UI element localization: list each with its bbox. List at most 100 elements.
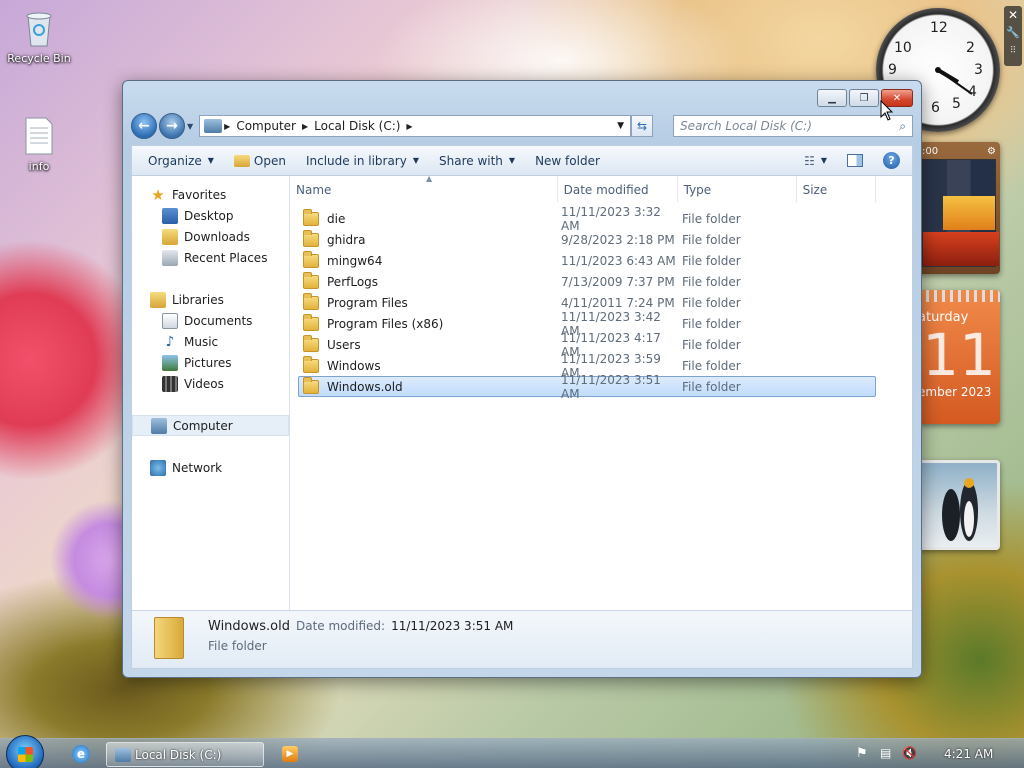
nav-videos[interactable]: Videos: [132, 373, 289, 394]
calendar-gadget[interactable]: aturday 11 ember 2023: [918, 290, 1000, 424]
table-row[interactable]: ghidra 9/28/2023 2:18 PM File folder: [298, 229, 876, 250]
forward-button[interactable]: →: [159, 113, 185, 139]
maximize-icon: ❐: [859, 92, 869, 104]
file-type: File folder: [682, 295, 741, 310]
search-input[interactable]: Search Local Disk (C:) ⌕: [673, 115, 914, 137]
preview-pane-icon: [847, 154, 863, 167]
folder-icon: [303, 376, 319, 394]
column-header-date-modified[interactable]: Date modified: [558, 176, 678, 202]
recent-places-icon: [162, 249, 178, 266]
chevron-down-icon: ▼: [508, 156, 516, 165]
open-button[interactable]: Open: [224, 154, 296, 168]
play-icon: ▶: [286, 749, 294, 759]
refresh-button[interactable]: ⇆: [631, 115, 654, 137]
include-in-library-button[interactable]: Include in library ▼: [296, 154, 429, 168]
table-row[interactable]: die 11/11/2023 3:32 AM File folder: [298, 205, 876, 233]
details-date-label: Date modified:: [295, 619, 386, 633]
open-folder-icon: [233, 154, 250, 167]
change-view-button[interactable]: ☷ ▼: [794, 154, 837, 168]
nav-recent-places-label: Recent Places: [184, 250, 268, 265]
breadcrumb-separator-icon[interactable]: ▶: [222, 122, 232, 131]
table-row[interactable]: mingw64 11/1/2023 6:43 AM File folder: [298, 250, 876, 271]
file-rows: die 11/11/2023 3:32 AM File folder ghidr…: [298, 205, 876, 401]
folder-icon: [303, 334, 319, 352]
recycle-bin-desktop-icon[interactable]: Recycle Bin: [4, 8, 74, 65]
details-pane: Windows.old Date modified: 11/11/2023 3:…: [132, 610, 912, 668]
slideshow-gadget[interactable]: [918, 460, 1000, 550]
folder-icon: [303, 208, 319, 226]
close-icon[interactable]: ✕: [1004, 6, 1022, 24]
file-type: File folder: [682, 358, 741, 373]
picture-puzzle-gadget[interactable]: :00 ⚙: [918, 142, 1000, 274]
column-header-size[interactable]: Size: [797, 176, 876, 202]
breadcrumb-local-disk[interactable]: Local Disk (C:): [310, 119, 404, 133]
clock-time[interactable]: 4:21 AM: [944, 747, 993, 761]
action-center-flag-icon[interactable]: ⚑: [856, 746, 868, 761]
text-file-icon: [25, 117, 53, 155]
nav-desktop[interactable]: Desktop: [132, 205, 289, 226]
grip-icon[interactable]: ⠿: [1004, 42, 1022, 60]
pictures-icon: [162, 354, 178, 371]
nav-music[interactable]: ♪ Music: [132, 331, 289, 352]
column-header-type[interactable]: Type: [678, 176, 797, 202]
taskbar-button-local-disk[interactable]: Local Disk (C:): [106, 742, 264, 767]
help-button[interactable]: ?: [873, 152, 912, 169]
nav-favorites[interactable]: ★ Favorites: [132, 184, 289, 205]
internet-explorer-quicklaunch[interactable]: e: [72, 745, 90, 763]
file-type: File folder: [682, 379, 741, 394]
videos-icon: [162, 375, 178, 392]
desktop-icon: [162, 207, 178, 224]
file-name: die: [327, 211, 346, 226]
info-desktop-icon[interactable]: info: [4, 116, 74, 173]
preview-pane-button[interactable]: [837, 154, 873, 167]
start-button[interactable]: [6, 735, 44, 768]
file-type: File folder: [682, 274, 741, 289]
nav-documents[interactable]: Documents: [132, 310, 289, 331]
nav-libraries[interactable]: Libraries: [132, 289, 289, 310]
penguins-photo: [942, 478, 978, 541]
search-icon[interactable]: ⌕: [899, 119, 906, 134]
back-button[interactable]: ←: [131, 113, 157, 139]
back-arrow-icon: ←: [138, 118, 150, 134]
maximize-button[interactable]: ❐: [849, 89, 879, 107]
command-bar: Organize ▼ Open Include in library ▼ Sha…: [131, 145, 913, 175]
recent-pages-dropdown-icon[interactable]: ▼: [187, 122, 193, 131]
table-row-selected[interactable]: Windows.old 11/11/2023 3:51 AM File fold…: [298, 373, 876, 401]
open-label: Open: [253, 153, 286, 168]
minimize-button[interactable]: ▁: [817, 89, 847, 107]
organize-button[interactable]: Organize ▼: [132, 154, 224, 168]
file-type: File folder: [682, 316, 741, 331]
nav-network[interactable]: Network: [132, 457, 289, 478]
address-dropdown-icon[interactable]: ▼: [617, 121, 624, 131]
nav-downloads[interactable]: Downloads: [132, 226, 289, 247]
table-row[interactable]: PerfLogs 7/13/2009 7:37 PM File folder: [298, 271, 876, 292]
mouse-cursor-icon: [880, 100, 894, 121]
column-header-name[interactable]: Name ▲: [290, 174, 558, 202]
nav-computer[interactable]: Computer: [132, 415, 289, 436]
close-icon: ✕: [892, 92, 902, 104]
folder-icon: [303, 229, 319, 247]
breadcrumb-computer[interactable]: Computer: [232, 119, 300, 133]
network-disconnected-icon[interactable]: ▤: [880, 746, 891, 760]
breadcrumb-separator-icon[interactable]: ▶: [404, 122, 414, 131]
star-icon: ★: [151, 185, 165, 204]
internet-explorer-icon: e: [76, 747, 86, 761]
volume-muted-icon[interactable]: 🔇: [902, 746, 917, 760]
recycle-bin-icon: [26, 12, 52, 47]
file-list-pane: Name ▲ Date modified Type Size die 11/11…: [290, 174, 912, 610]
nav-pictures[interactable]: Pictures: [132, 352, 289, 373]
chevron-down-icon: ▼: [207, 156, 214, 165]
share-with-button[interactable]: Share with ▼: [429, 154, 525, 168]
share-with-label: Share with: [439, 153, 503, 168]
address-bar[interactable]: ▶ Computer ▶ Local Disk (C:) ▶ ▼: [199, 115, 632, 137]
file-type: File folder: [682, 232, 741, 247]
breadcrumb-separator-icon[interactable]: ▶: [300, 122, 310, 131]
folder-icon: [303, 313, 319, 331]
nav-recent-places[interactable]: Recent Places: [132, 247, 289, 268]
info-label: info: [28, 160, 50, 173]
wrench-icon[interactable]: 🔧: [1004, 24, 1022, 42]
new-folder-button[interactable]: New folder: [525, 154, 610, 168]
puzzle-grid[interactable]: [922, 159, 999, 267]
media-player-quicklaunch[interactable]: ▶: [282, 746, 298, 762]
puzzle-help-icon[interactable]: ⚙: [987, 146, 996, 157]
